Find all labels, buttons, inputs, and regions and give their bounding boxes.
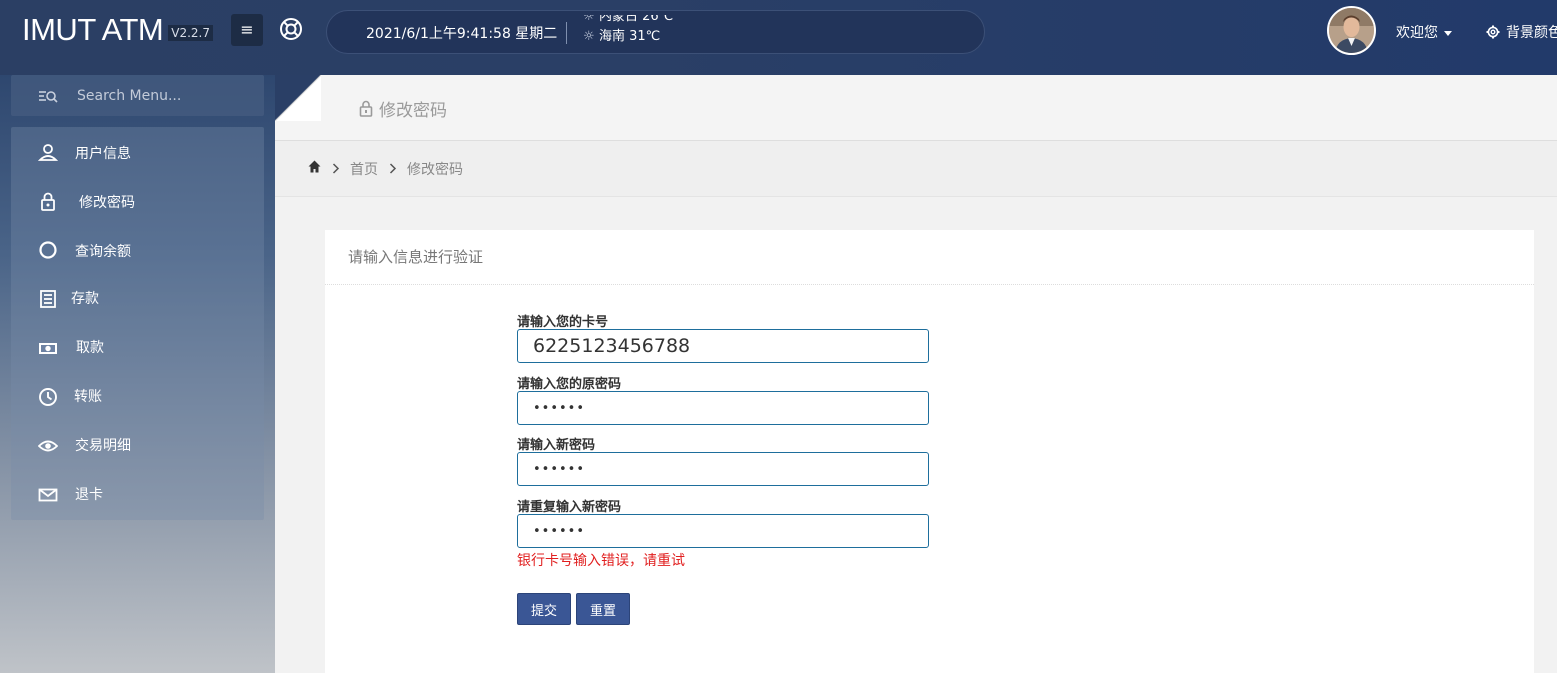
ticker-row: ☼ 内蒙古 26℃ (583, 15, 673, 27)
clock-icon (39, 388, 57, 406)
sidebar-item-change-password[interactable]: 修改密码 (11, 176, 264, 225)
brand-name: IMUT ATM (22, 12, 164, 47)
search-icon (39, 91, 58, 103)
weather-ticker: ☼ 内蒙古 26℃ ☼ 海南 31℃ (583, 15, 673, 47)
eye-icon (38, 440, 58, 452)
lifebuoy-icon[interactable] (279, 17, 303, 41)
avatar[interactable] (1327, 6, 1376, 55)
chevron-right-icon (389, 163, 397, 174)
content-header: 修改密码 (275, 75, 1557, 141)
page-fold-corner (275, 75, 321, 121)
sidebar-search (11, 75, 264, 116)
user-menu-dropdown[interactable]: 欢迎您 (1396, 22, 1452, 42)
repeat-password-input[interactable] (517, 514, 929, 548)
avatar-image (1329, 8, 1374, 53)
reset-button[interactable]: 重置 (576, 593, 630, 625)
user-icon (38, 144, 58, 161)
weather-icon: ☼ (583, 29, 595, 44)
sidebar-item-label: 交易明细 (75, 438, 131, 454)
datetime: 2021/6/1上午9:41:58 星期二 (366, 26, 558, 42)
page-title-text: 修改密码 (379, 101, 447, 121)
mail-icon (38, 488, 58, 502)
top-bar: IMUT ATM V2.2.7 ≡ 2021/6/1上午9:41:58 星期二 … (0, 0, 1557, 75)
card-title: 请输入信息进行验证 (348, 248, 484, 266)
sidebar-item-label: 查询余额 (75, 244, 131, 260)
money-icon (39, 343, 57, 354)
sidebar-item-label: 退卡 (75, 487, 103, 503)
sidebar-item-label: 存款 (71, 291, 99, 307)
new-password-input[interactable] (517, 452, 929, 486)
sidebar-item-user-info[interactable]: 用户信息 (11, 127, 264, 176)
breadcrumb-current: 修改密码 (407, 162, 463, 178)
search-menu-input[interactable] (77, 75, 257, 116)
document-icon (40, 290, 56, 308)
breadcrumb-home-link[interactable]: 首页 (350, 159, 378, 179)
card-header: 请输入信息进行验证 (325, 230, 1534, 285)
sidebar-item-transfer[interactable]: 转账 (11, 372, 264, 421)
bg-color-label: 背景颜色 (1506, 25, 1557, 41)
lock-icon (359, 100, 373, 117)
old-password-label: 请输入您的原密码 (517, 377, 622, 392)
hamburger-icon: ≡ (240, 20, 254, 39)
brand: IMUT ATM V2.2.7 (22, 10, 213, 50)
sidebar-item-transactions[interactable]: 交易明细 (11, 421, 264, 470)
version-badge: V2.2.7 (168, 25, 213, 41)
bg-color-button[interactable]: 背景颜色 (1486, 22, 1557, 42)
card-number-label: 请输入您的卡号 (517, 315, 609, 330)
error-message: 银行卡号输入错误，请重试 (517, 553, 685, 569)
sidebar-item-label: 转账 (74, 389, 102, 405)
page-title: 修改密码 (359, 96, 447, 121)
form-card: 请输入信息进行验证 请输入您的卡号 请输入您的原密码 请输入新密码 请重复输入新… (325, 230, 1534, 673)
sidebar-menu: 用户信息 修改密码 查询余额 存款 取款 转账 交易明细 退卡 (11, 127, 264, 520)
sidebar-item-eject-card[interactable]: 退卡 (11, 470, 264, 519)
menu-toggle-button[interactable]: ≡ (231, 14, 263, 46)
card-number-input[interactable] (517, 329, 929, 363)
home-icon[interactable] (308, 160, 321, 173)
old-password-input[interactable] (517, 391, 929, 425)
divider (566, 22, 567, 44)
weather-icon: ☼ (583, 15, 595, 24)
submit-button[interactable]: 提交 (517, 593, 571, 625)
sidebar-item-balance[interactable]: 查询余额 (11, 225, 264, 274)
gear-icon (1486, 25, 1500, 39)
sidebar-item-label: 取款 (76, 340, 104, 356)
sidebar-item-label: 修改密码 (79, 195, 135, 211)
sidebar: 用户信息 修改密码 查询余额 存款 (0, 75, 275, 673)
new-password-label: 请输入新密码 (517, 438, 596, 453)
repeat-password-label: 请重复输入新密码 (517, 500, 622, 515)
ticker-row: ☼ 海南 31℃ (583, 27, 673, 47)
sidebar-item-withdraw[interactable]: 取款 (11, 323, 264, 372)
sidebar-item-label: 用户信息 (75, 146, 131, 162)
welcome-label: 欢迎您 (1396, 25, 1438, 41)
info-bar: 2021/6/1上午9:41:58 星期二 ☼ 内蒙古 26℃ ☼ 海南 31℃ (326, 10, 985, 54)
circle-icon (39, 241, 57, 259)
chevron-right-icon (332, 163, 340, 174)
caret-down-icon (1444, 30, 1452, 36)
sidebar-item-deposit[interactable]: 存款 (11, 274, 264, 323)
breadcrumb: 首页 修改密码 (275, 141, 1557, 197)
lock-icon (41, 192, 55, 211)
